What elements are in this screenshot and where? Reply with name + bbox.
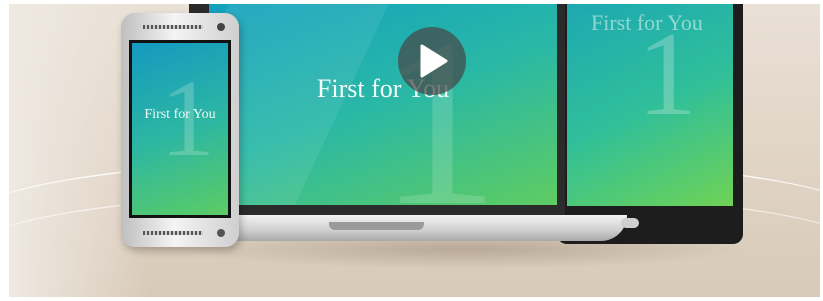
video-thumbnail[interactable]: 1 First for You 1 First for You 1 First … [9,4,820,297]
laptop-device: 1 First for You [201,4,565,219]
phone-speaker [143,231,203,235]
tablet-port [621,218,639,228]
laptop-screen-title: First for You [316,74,450,103]
phone-sensor [217,229,225,237]
phone-display: 1 First for You [132,43,228,215]
tablet-device: 1 First for You [557,4,743,244]
laptop-notch [329,222,424,230]
laptop-screen: 1 First for You [209,4,557,205]
tablet-screen: 1 First for You [567,4,733,206]
play-icon [420,44,448,78]
phone-camera [217,23,225,31]
phone-screen: 1 First for You [129,40,231,218]
phone-speaker [143,25,203,29]
play-button[interactable] [398,27,466,95]
tablet-screen-text: First for You [591,10,703,35]
phone-screen-title: First for You [144,107,216,122]
phone-device: 1 First for You [121,13,239,247]
